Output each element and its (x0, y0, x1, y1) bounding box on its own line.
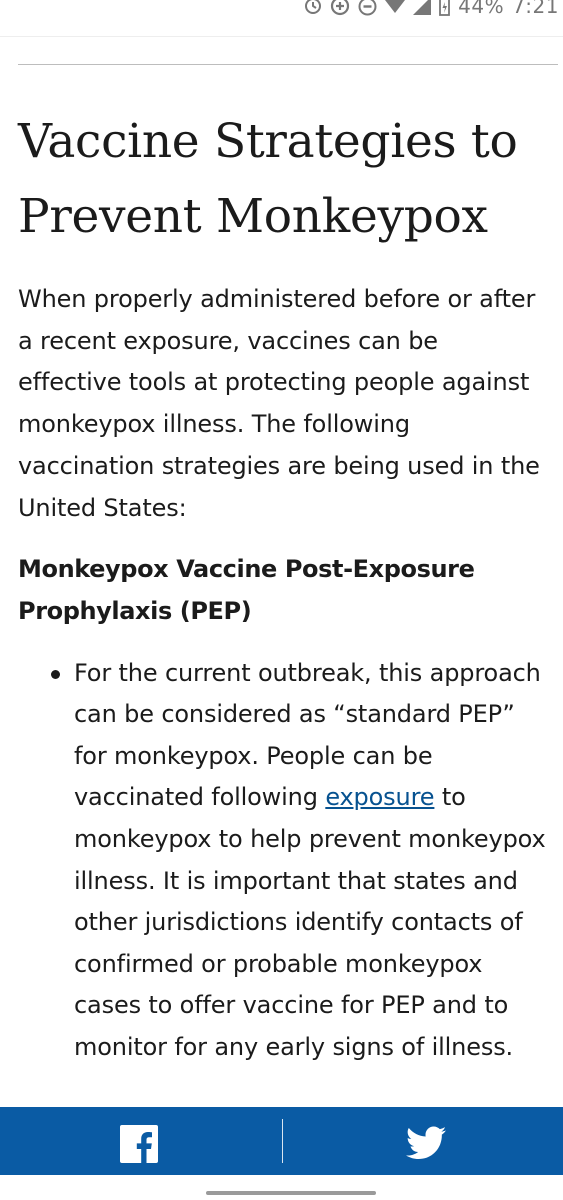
status-bar: 44% 7:21 (0, 0, 563, 37)
bullet-text-end: to monkeypox to help prevent monkeypox i… (74, 783, 546, 1061)
bullet-icon (51, 669, 60, 679)
cell-signal-icon (413, 0, 432, 15)
twitter-share-button[interactable] (406, 1126, 446, 1160)
share-bar (0, 1107, 563, 1175)
alarm-icon (305, 0, 322, 14)
battery-icon (439, 0, 451, 16)
battery-percentage: 44% (458, 0, 505, 18)
divider (18, 64, 558, 65)
twitter-icon (406, 1126, 446, 1159)
share-divider (282, 1119, 283, 1163)
exposure-link[interactable]: exposure (325, 783, 434, 811)
section-subheading: Monkeypox Vaccine Post-Exposure Prophyla… (18, 555, 475, 625)
facebook-icon (120, 1125, 158, 1164)
page-title: Vaccine Strategies to Prevent Monkeypox (18, 114, 518, 244)
bullet-text-start: For the current outbreak, this approach … (74, 658, 541, 812)
wifi-icon (385, 0, 406, 13)
navigation-bar (0, 1175, 563, 1200)
intro-paragraph: When properly administered before or aft… (18, 285, 540, 522)
data-saver-icon (331, 0, 350, 16)
facebook-share-button[interactable] (119, 1124, 159, 1164)
bullet-list: For the current outbreak, this approach … (18, 653, 548, 1069)
do-not-disturb-icon (358, 0, 377, 15)
clock: 7:21 (512, 0, 559, 18)
home-gesture-handle[interactable] (206, 1191, 376, 1195)
status-icons: 44% 7:21 (304, 0, 559, 18)
list-item: For the current outbreak, this approach … (18, 653, 548, 1069)
article-content: Vaccine Strategies to Prevent Monkeypox … (18, 104, 548, 1069)
